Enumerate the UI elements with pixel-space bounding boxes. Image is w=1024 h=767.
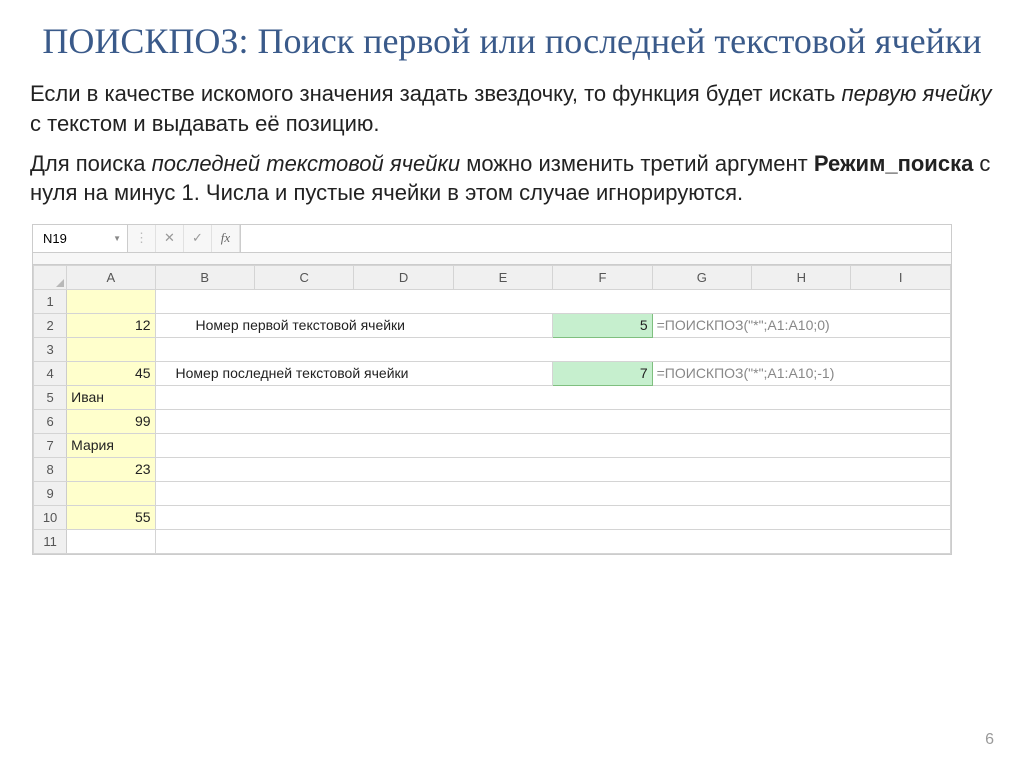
- cell-a3[interactable]: [67, 337, 155, 361]
- label-first-text: Номер первой текстовой ячейки: [196, 317, 405, 333]
- cell-a8[interactable]: 23: [67, 457, 155, 481]
- fx-icon[interactable]: fx: [212, 225, 240, 252]
- col-header-h[interactable]: H: [752, 265, 851, 289]
- col-header-d[interactable]: D: [354, 265, 453, 289]
- formula-bar: N19 ▼ ⋮ ✕ ✓ fx: [33, 225, 951, 253]
- cell-a11[interactable]: [67, 529, 155, 553]
- slide-title: ПОИСКПОЗ: Поиск первой или последней тек…: [30, 20, 994, 63]
- paragraph-2: Для поиска последней текстовой ячейки мо…: [30, 149, 994, 208]
- row-header[interactable]: 10: [34, 505, 67, 529]
- cell-a2[interactable]: 12: [67, 313, 155, 337]
- cell-f2-result[interactable]: 5: [553, 313, 652, 337]
- label-last-text: Номер последней текстовой ячейки: [176, 365, 409, 381]
- col-header-c[interactable]: C: [254, 265, 353, 289]
- cell-a7[interactable]: Мария: [67, 433, 155, 457]
- cancel-icon[interactable]: ✕: [156, 225, 184, 252]
- formula-input[interactable]: [240, 225, 951, 252]
- select-all-corner[interactable]: [34, 265, 67, 289]
- cell-a10[interactable]: 55: [67, 505, 155, 529]
- row-header[interactable]: 5: [34, 385, 67, 409]
- row-header[interactable]: 4: [34, 361, 67, 385]
- col-header-b[interactable]: B: [155, 265, 254, 289]
- spreadsheet-grid[interactable]: A B C D E F G H I 1 2 12 Номер первой те…: [33, 265, 951, 554]
- cell-a4[interactable]: 45: [67, 361, 155, 385]
- formula-text-1: =ПОИСКПОЗ("*";A1:A10;0): [652, 313, 950, 337]
- row-header[interactable]: 9: [34, 481, 67, 505]
- confirm-icon[interactable]: ✓: [184, 225, 212, 252]
- chevron-down-icon: ▼: [113, 234, 121, 243]
- excel-screenshot: N19 ▼ ⋮ ✕ ✓ fx A B C D E F G H I 1: [32, 224, 952, 555]
- row-header[interactable]: 1: [34, 289, 67, 313]
- cell-a6[interactable]: 99: [67, 409, 155, 433]
- col-header-a[interactable]: A: [67, 265, 155, 289]
- col-header-e[interactable]: E: [453, 265, 552, 289]
- formula-text-2: =ПОИСКПОЗ("*";A1:A10;-1): [652, 361, 950, 385]
- cell-a5[interactable]: Иван: [67, 385, 155, 409]
- paragraph-1: Если в качестве искомого значения задать…: [30, 79, 994, 138]
- row-header[interactable]: 8: [34, 457, 67, 481]
- page-number: 6: [985, 731, 994, 749]
- cell-a1[interactable]: [67, 289, 155, 313]
- row-header[interactable]: 11: [34, 529, 67, 553]
- row-header[interactable]: 6: [34, 409, 67, 433]
- cell-f4-result[interactable]: 7: [553, 361, 652, 385]
- row-header[interactable]: 7: [34, 433, 67, 457]
- col-header-g[interactable]: G: [652, 265, 751, 289]
- col-header-i[interactable]: I: [851, 265, 951, 289]
- col-header-f[interactable]: F: [553, 265, 652, 289]
- row-header[interactable]: 2: [34, 313, 67, 337]
- name-box[interactable]: N19 ▼: [33, 225, 128, 252]
- cell-a9[interactable]: [67, 481, 155, 505]
- formula-bar-expand-icon[interactable]: ⋮: [128, 225, 156, 252]
- row-header[interactable]: 3: [34, 337, 67, 361]
